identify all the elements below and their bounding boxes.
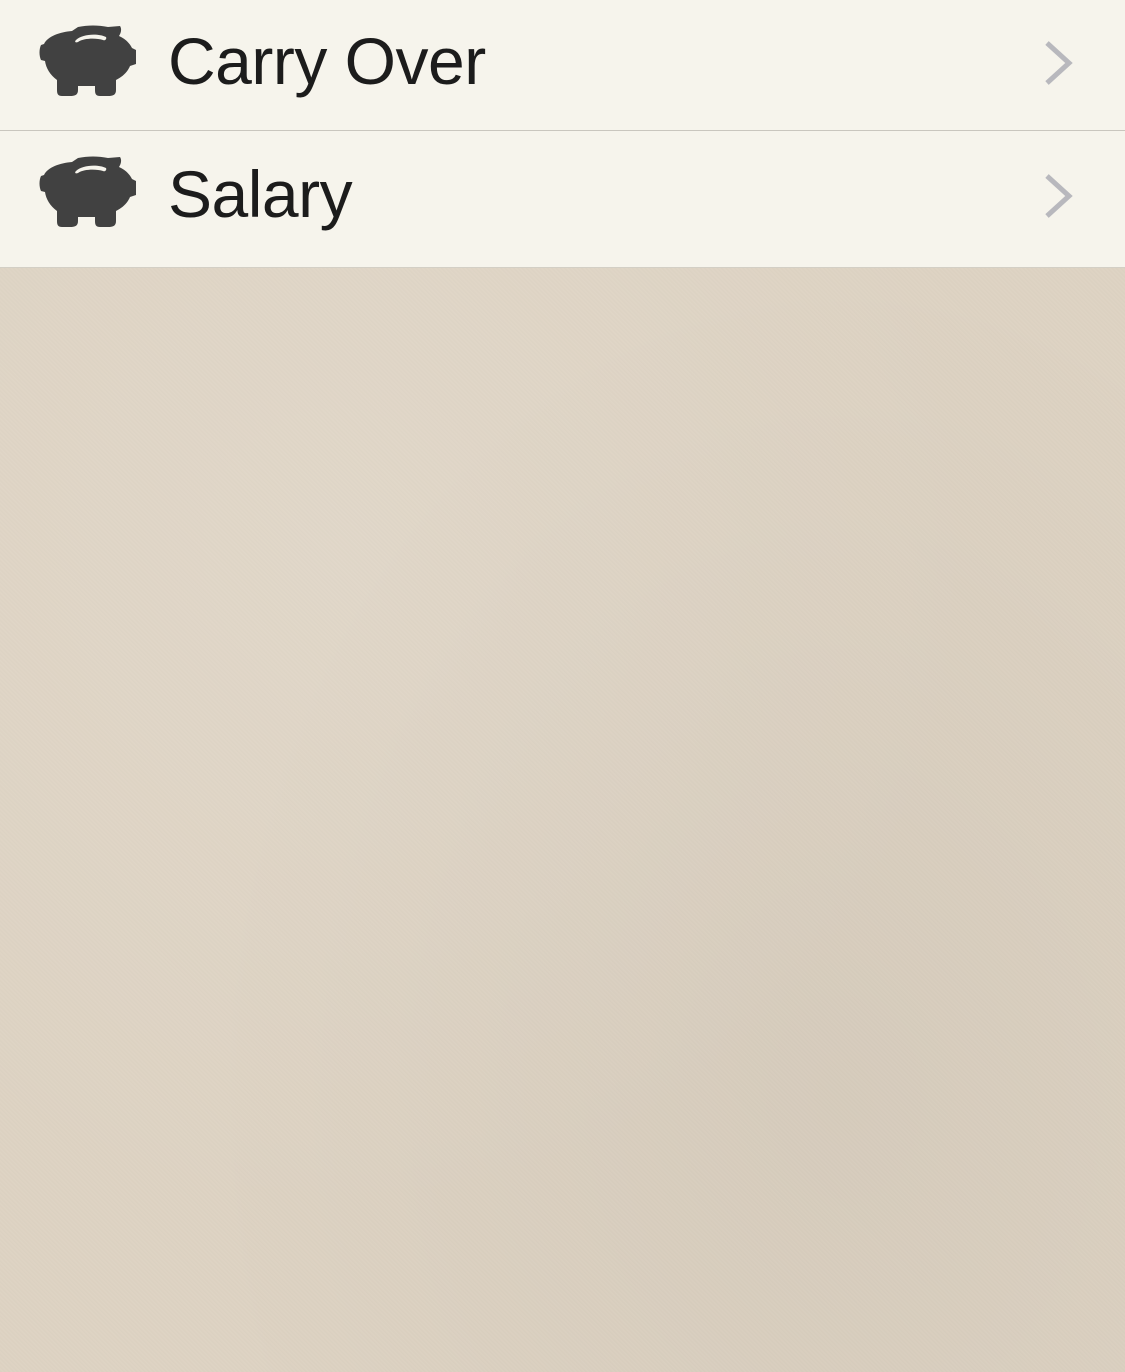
list-item-label: Carry Over [168,24,486,98]
piggy-bank-icon [38,155,138,229]
chevron-right-icon [1043,40,1073,86]
chevron-right-icon [1043,173,1073,219]
piggy-bank-icon [38,24,138,98]
list-item-carry-over[interactable]: Carry Over [0,0,1125,131]
list-item-salary[interactable]: Salary [0,131,1125,268]
category-list: Carry Over Salary [0,0,1125,268]
list-item-label: Salary [168,157,353,231]
